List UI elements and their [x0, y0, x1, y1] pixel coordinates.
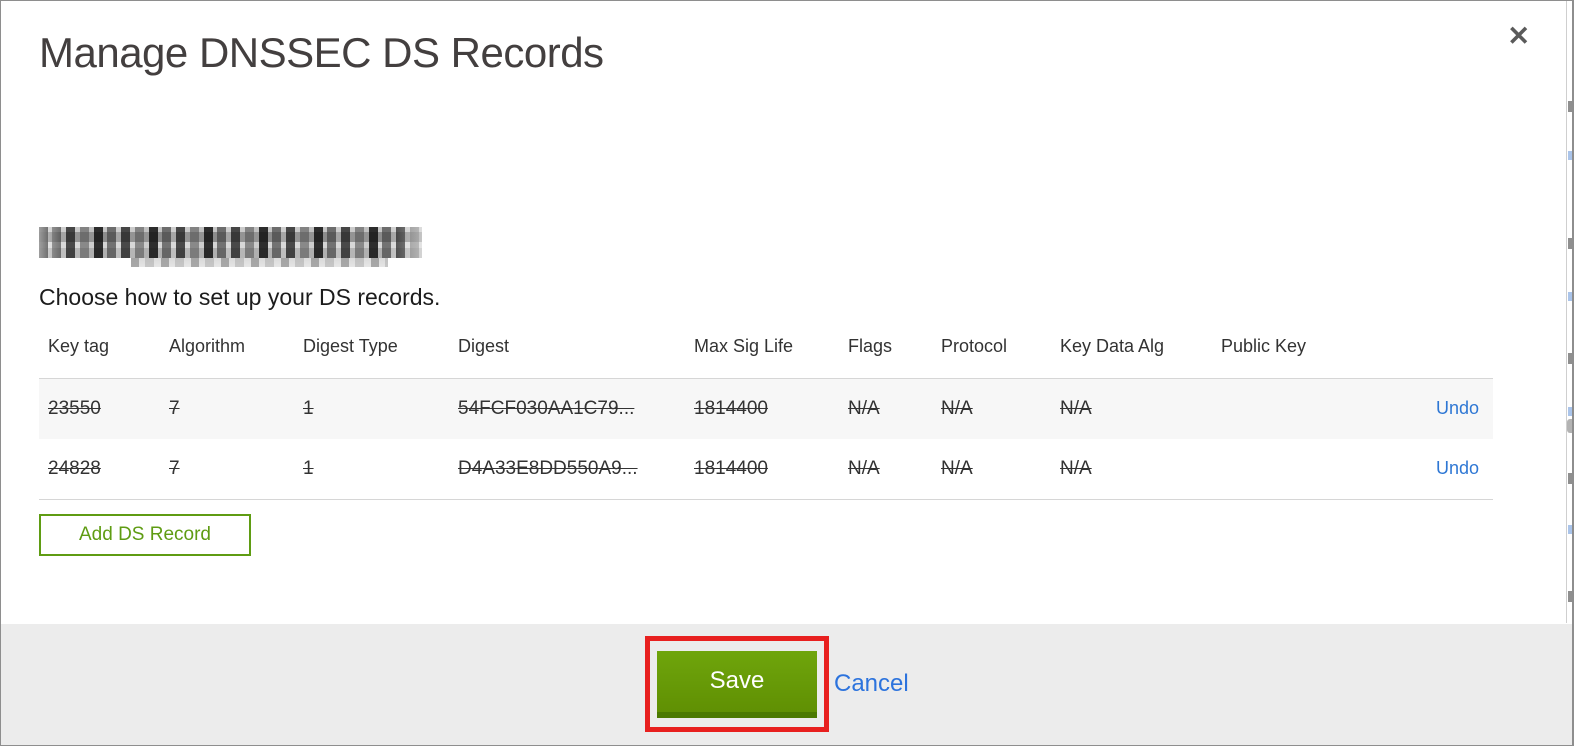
cell-key-tag: 24828	[48, 458, 101, 479]
annotation-highlight-box: Save	[645, 636, 829, 732]
scrollbar-thumb[interactable]	[1567, 419, 1572, 433]
column-header-digest-type: Digest Type	[303, 336, 398, 356]
column-header-digest: Digest	[458, 336, 510, 356]
table-row: 23550 7 1 54FCF030AA1C79... 1814400 N/A …	[39, 378, 1493, 439]
edge-content-fragment	[1568, 292, 1572, 301]
cell-protocol: N/A	[941, 398, 973, 419]
edge-content-fragment	[1568, 525, 1572, 534]
redacted-domain-name-fragment	[131, 258, 388, 267]
column-header-key-data-alg: Key Data Alg	[1060, 336, 1165, 356]
cell-digest: D4A33E8DD550A9...	[458, 458, 638, 479]
cell-key-data-alg: N/A	[1060, 398, 1092, 419]
column-header-key-tag: Key tag	[48, 336, 110, 356]
column-header-algorithm: Algorithm	[169, 336, 246, 356]
cell-algorithm: 7	[169, 458, 180, 479]
edge-content-fragment	[1568, 407, 1572, 416]
cell-actions: Undo	[1399, 398, 1479, 420]
ds-records-table: Key tag Algorithm Digest Type Digest Max…	[39, 331, 1493, 500]
add-ds-record-button[interactable]: Add DS Record	[39, 514, 251, 556]
column-header-max-sig-life: Max Sig Life	[694, 336, 794, 356]
cell-digest: 54FCF030AA1C79...	[458, 398, 635, 419]
modal-footer: Save Cancel	[1, 624, 1572, 745]
cell-key-data-alg: N/A	[1060, 458, 1092, 479]
column-header-protocol: Protocol	[941, 336, 1008, 356]
save-button[interactable]: Save	[657, 650, 817, 718]
close-icon[interactable]: ✕	[1507, 23, 1530, 50]
cell-digest-type: 1	[303, 398, 314, 419]
cell-key-tag: 23550	[48, 398, 101, 419]
cancel-link[interactable]: Cancel	[834, 670, 909, 698]
cell-digest-type: 1	[303, 458, 314, 479]
cell-algorithm: 7	[169, 398, 180, 419]
edge-content-fragment	[1568, 101, 1572, 112]
edge-content-fragment	[1568, 591, 1572, 602]
column-header-flags: Flags	[848, 336, 893, 356]
page-title: Manage DNSSEC DS Records	[39, 29, 604, 76]
edge-content-fragment	[1568, 151, 1572, 160]
cell-max-sig-life: 1814400	[694, 458, 768, 479]
column-header-public-key: Public Key	[1221, 336, 1307, 356]
undo-link[interactable]: Undo	[1436, 458, 1479, 478]
cell-flags: N/A	[848, 398, 880, 419]
table-header-row: Key tag Algorithm Digest Type Digest Max…	[39, 331, 1493, 378]
background-page-edge	[1566, 1, 1572, 623]
edge-content-fragment	[1568, 473, 1572, 484]
cell-actions: Undo	[1399, 458, 1479, 480]
edge-content-fragment	[1568, 353, 1572, 364]
cell-flags: N/A	[848, 458, 880, 479]
undo-link[interactable]: Undo	[1436, 398, 1479, 418]
manage-dnssec-modal: ✕ Manage DNSSEC DS Records Choose how to…	[0, 0, 1574, 746]
cell-protocol: N/A	[941, 458, 973, 479]
cell-max-sig-life: 1814400	[694, 398, 768, 419]
table-row: 24828 7 1 D4A33E8DD550A9... 1814400 N/A …	[39, 439, 1493, 500]
redacted-domain-name	[39, 227, 422, 258]
edge-content-fragment	[1568, 238, 1572, 249]
instruction-text: Choose how to set up your DS records.	[39, 284, 441, 310]
